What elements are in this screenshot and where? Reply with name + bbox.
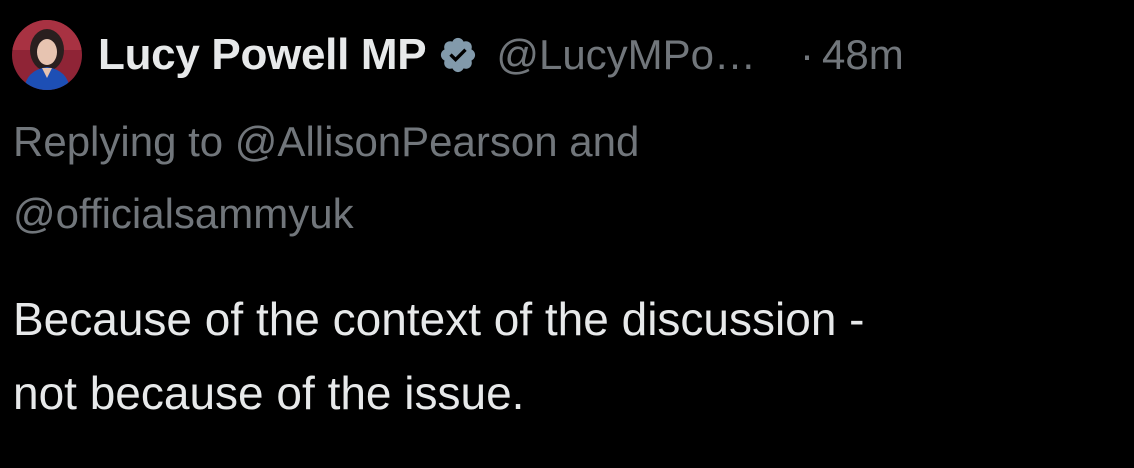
verified-badge-icon [438, 33, 482, 77]
avatar[interactable] [12, 20, 82, 90]
author-handle[interactable]: @LucyMPo… [496, 31, 756, 79]
mention-link-allisonpearson[interactable]: @AllisonPearson [235, 118, 558, 165]
avatar-image [12, 20, 82, 90]
replying-conjunction: and [569, 118, 640, 165]
replying-prefix: Replying to [13, 118, 224, 165]
replying-to: Replying to @AllisonPearson and @officia… [13, 106, 1013, 250]
tweet-text-line-2: not because of the issue. [13, 367, 525, 419]
tweet[interactable]: Lucy Powell MP @LucyMPo… · 48m Replying … [0, 0, 1134, 468]
tweet-text-line-1: Because of the context of the discussion… [13, 293, 865, 345]
timestamp[interactable]: 48m [822, 31, 904, 79]
author-display-name[interactable]: Lucy Powell MP [98, 30, 427, 80]
tweet-header: Lucy Powell MP @LucyMPo… · 48m [12, 20, 904, 90]
mention-link-officialsammyuk[interactable]: @officialsammyuk [13, 190, 354, 237]
tweet-text: Because of the context of the discussion… [13, 282, 1123, 430]
header-separator: · [800, 31, 815, 78]
